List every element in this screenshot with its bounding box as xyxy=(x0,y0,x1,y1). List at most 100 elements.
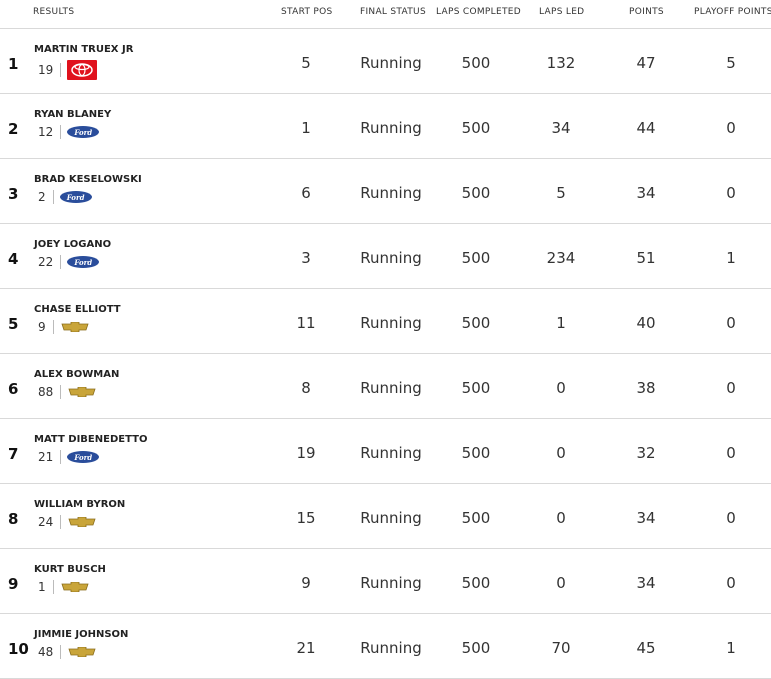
finish-position: 10 xyxy=(8,640,29,658)
column-header-final-status[interactable]: FINAL STATUS xyxy=(360,7,426,17)
driver-name[interactable]: JOEY LOGANO xyxy=(34,239,111,250)
table-row[interactable]: 2 RYAN BLANEY 12 Ford 1 Running 500 34 4… xyxy=(0,94,771,159)
playoff-points: 0 xyxy=(726,509,736,527)
chevrolet-logo xyxy=(67,517,97,527)
table-row[interactable]: 10 JIMMIE JOHNSON 48 21 Running 500 70 4… xyxy=(0,614,771,679)
points: 51 xyxy=(636,249,656,267)
finish-position: 6 xyxy=(8,380,19,398)
final-status: Running xyxy=(360,119,422,137)
finish-position: 4 xyxy=(8,250,19,268)
finish-position: 8 xyxy=(8,510,19,528)
car-number: 12 xyxy=(38,125,54,139)
column-header-points[interactable]: POINTS xyxy=(629,7,664,17)
chevrolet-logo xyxy=(67,387,97,397)
points: 32 xyxy=(636,444,656,462)
start-position: 6 xyxy=(301,184,311,202)
car-number: 48 xyxy=(38,645,54,659)
points: 34 xyxy=(636,509,656,527)
start-position: 5 xyxy=(301,54,311,72)
table-header: RESULTS START POS FINAL STATUS LAPS COMP… xyxy=(0,0,771,29)
laps-completed: 500 xyxy=(461,314,491,332)
start-position: 11 xyxy=(296,314,316,332)
table-row[interactable]: 4 JOEY LOGANO 22 Ford 3 Running 500 234 … xyxy=(0,224,771,289)
laps-led: 234 xyxy=(546,249,576,267)
driver-name[interactable]: BRAD KESELOWSKI xyxy=(34,174,142,185)
driver-name[interactable]: JIMMIE JOHNSON xyxy=(34,629,128,640)
finish-position: 1 xyxy=(8,55,19,73)
car-info: 24 xyxy=(38,515,97,529)
divider xyxy=(60,450,62,464)
laps-completed: 500 xyxy=(461,509,491,527)
driver-name[interactable]: MATT DIBENEDETTO xyxy=(34,434,147,445)
driver-name[interactable]: RYAN BLANEY xyxy=(34,109,111,120)
final-status: Running xyxy=(360,184,422,202)
driver-name[interactable]: CHASE ELLIOTT xyxy=(34,304,121,315)
laps-completed: 500 xyxy=(461,574,491,592)
car-info: 12 Ford xyxy=(38,125,100,139)
final-status: Running xyxy=(360,379,422,397)
laps-led: 0 xyxy=(556,444,566,462)
divider xyxy=(60,385,62,399)
points: 40 xyxy=(636,314,656,332)
car-number: 24 xyxy=(38,515,54,529)
points: 47 xyxy=(636,54,656,72)
car-number: 19 xyxy=(38,63,54,77)
column-header-laps-led[interactable]: LAPS LED xyxy=(539,7,584,17)
table-row[interactable]: 9 KURT BUSCH 1 9 Running 500 0 34 0 xyxy=(0,549,771,614)
car-info: 9 xyxy=(38,320,90,334)
driver-name[interactable]: MARTIN TRUEX JR xyxy=(34,44,133,55)
final-status: Running xyxy=(360,509,422,527)
divider xyxy=(52,190,54,204)
finish-position: 5 xyxy=(8,315,19,333)
table-row[interactable]: 3 BRAD KESELOWSKI 2 Ford 6 Running 500 5… xyxy=(0,159,771,224)
car-number: 88 xyxy=(38,385,54,399)
final-status: Running xyxy=(360,574,422,592)
table-row[interactable]: 6 ALEX BOWMAN 88 8 Running 500 0 38 0 xyxy=(0,354,771,419)
driver-name[interactable]: WILLIAM BYRON xyxy=(34,499,125,510)
car-info: 21 Ford xyxy=(38,450,100,464)
column-header-results[interactable]: RESULTS xyxy=(33,7,74,17)
playoff-points: 0 xyxy=(726,184,736,202)
table-row[interactable]: 1 MARTIN TRUEX JR 19 5 Running 500 132 4… xyxy=(0,29,771,94)
ford-logo: Ford xyxy=(67,451,100,463)
ford-logo-script: Ford xyxy=(66,192,85,202)
table-row[interactable]: 8 WILLIAM BYRON 24 15 Running 500 0 34 0 xyxy=(0,484,771,549)
ford-logo-script: Ford xyxy=(74,257,93,267)
results-table: RESULTS START POS FINAL STATUS LAPS COMP… xyxy=(0,0,771,679)
laps-led: 0 xyxy=(556,379,566,397)
car-info: 2 Ford xyxy=(38,190,92,204)
finish-position: 7 xyxy=(8,445,19,463)
divider xyxy=(60,255,62,269)
start-position: 1 xyxy=(301,119,311,137)
divider xyxy=(60,645,62,659)
playoff-points: 1 xyxy=(726,639,736,657)
driver-name[interactable]: KURT BUSCH xyxy=(34,564,106,575)
chevrolet-logo xyxy=(60,582,90,592)
playoff-points: 5 xyxy=(726,54,736,72)
table-row[interactable]: 7 MATT DIBENEDETTO 21 Ford 19 Running 50… xyxy=(0,419,771,484)
table-row[interactable]: 5 CHASE ELLIOTT 9 11 Running 500 1 40 0 xyxy=(0,289,771,354)
divider xyxy=(60,515,62,529)
chevrolet-logo xyxy=(67,647,97,657)
playoff-points: 0 xyxy=(726,314,736,332)
playoff-points: 0 xyxy=(726,119,736,137)
final-status: Running xyxy=(360,54,422,72)
start-position: 3 xyxy=(301,249,311,267)
start-position: 9 xyxy=(301,574,311,592)
column-header-start-pos[interactable]: START POS xyxy=(281,7,333,17)
car-info: 19 xyxy=(38,60,98,80)
laps-completed: 500 xyxy=(461,54,491,72)
laps-led: 1 xyxy=(556,314,566,332)
car-number: 1 xyxy=(38,580,46,594)
points: 34 xyxy=(636,574,656,592)
column-header-laps-completed[interactable]: LAPS COMPLETED xyxy=(436,7,521,17)
toyota-logo xyxy=(67,60,98,80)
ford-logo: Ford xyxy=(67,256,100,268)
column-header-playoff-points[interactable]: PLAYOFF POINTS xyxy=(694,7,771,17)
car-info: 1 xyxy=(38,580,90,594)
car-info: 48 xyxy=(38,645,97,659)
driver-name[interactable]: ALEX BOWMAN xyxy=(34,369,119,380)
final-status: Running xyxy=(360,314,422,332)
divider xyxy=(60,125,62,139)
divider xyxy=(52,580,54,594)
